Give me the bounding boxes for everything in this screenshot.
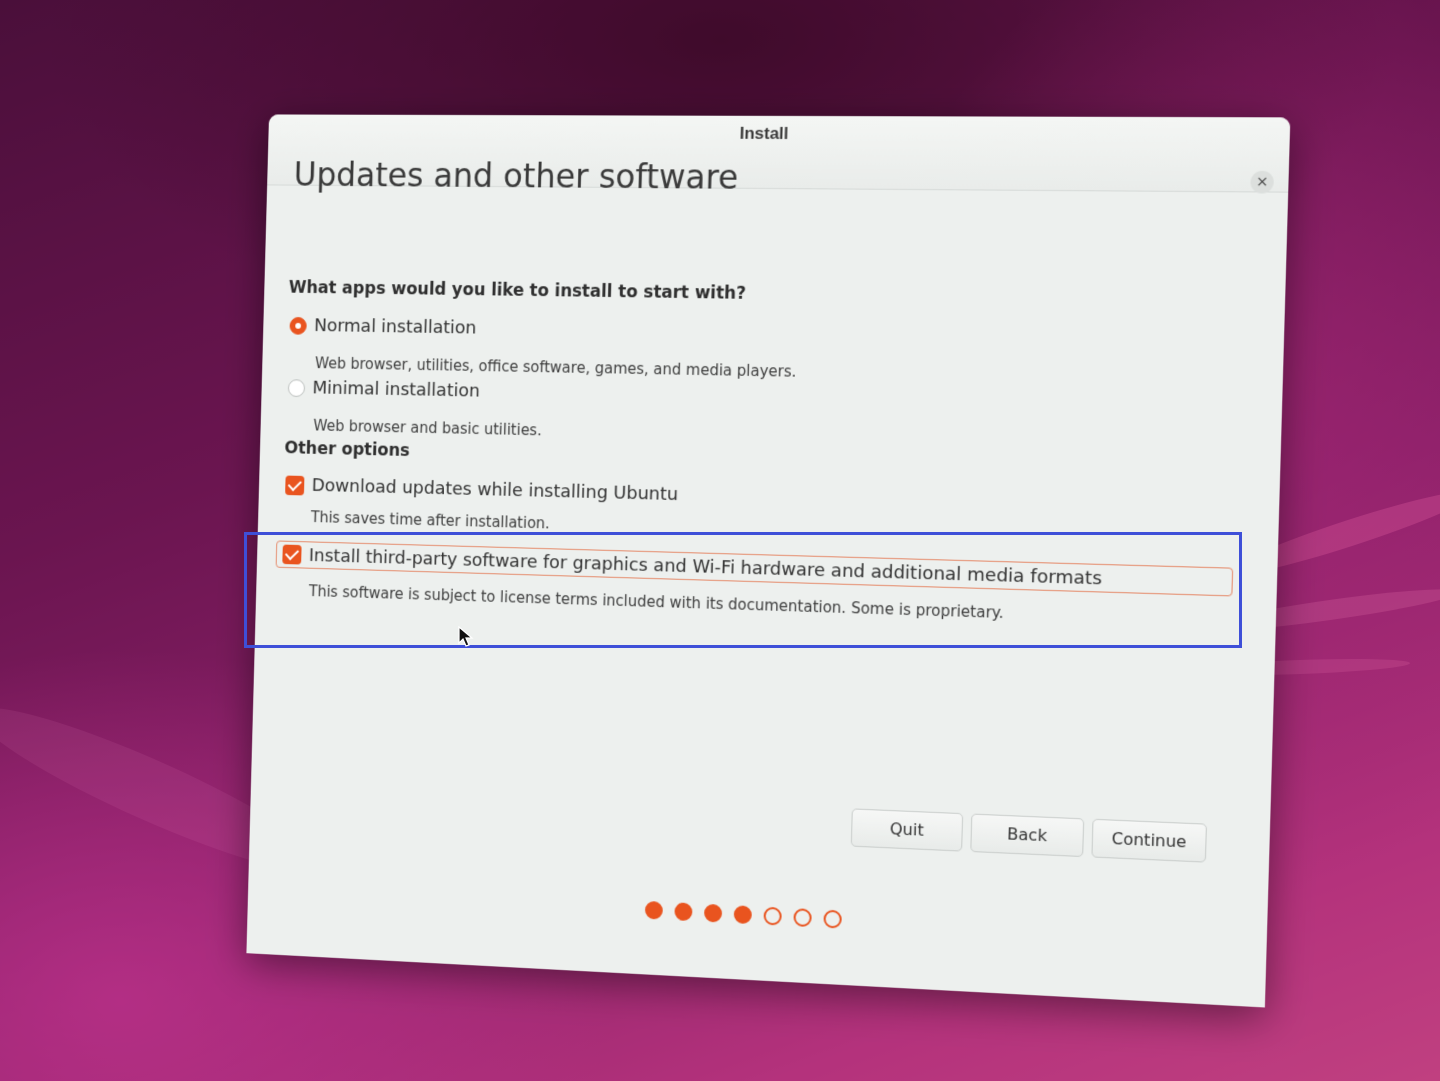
minimal-installation-radio[interactable]: Minimal installation — [287, 377, 481, 402]
radio-selected-icon[interactable] — [289, 316, 307, 335]
option-label: Minimal installation — [312, 377, 481, 402]
progress-dot-completed — [673, 902, 693, 922]
radio-unselected-icon[interactable] — [287, 378, 306, 397]
option-description: Web browser, utilities, office software,… — [314, 354, 797, 381]
option-description: Web browser and basic utilities. — [313, 416, 543, 440]
installer-window: Install Updates and other software × Wha… — [246, 114, 1291, 1008]
content-area: What apps would you like to install to s… — [275, 200, 1260, 622]
option-label: Download updates while installing Ubuntu — [311, 475, 679, 506]
desktop-background: Install Updates and other software × Wha… — [0, 0, 1440, 1081]
checkbox-checked-icon[interactable] — [282, 544, 302, 565]
option-description: This saves time after installation. — [310, 508, 551, 533]
progress-dot-completed — [644, 900, 663, 920]
window-title: Install — [739, 123, 789, 144]
button-row: Quit Back Continue — [850, 808, 1207, 863]
progress-dot-pending — [822, 909, 842, 929]
back-button[interactable]: Back — [970, 813, 1085, 858]
step-progress-indicator — [248, 881, 1267, 949]
option-description: This software is subject to license term… — [308, 582, 1004, 623]
title-bar: Install Updates and other software × — [267, 114, 1291, 197]
close-icon: × — [1255, 173, 1269, 191]
option-label: Normal installation — [313, 315, 477, 339]
continue-button[interactable]: Continue — [1091, 818, 1207, 863]
progress-dot-pending — [792, 908, 812, 928]
close-button[interactable]: × — [1250, 170, 1275, 194]
apps-question-heading: What apps would you like to install to s… — [288, 278, 747, 304]
option-label: Install third-party software for graphic… — [308, 544, 1103, 589]
normal-installation-radio[interactable]: Normal installation — [289, 315, 477, 339]
page-title: Updates and other software — [293, 155, 739, 197]
quit-button[interactable]: Quit — [850, 808, 964, 852]
progress-dot-completed — [703, 903, 722, 923]
other-options-heading: Other options — [284, 438, 411, 461]
progress-dot-completed — [733, 905, 752, 925]
download-updates-checkbox[interactable]: Download updates while installing Ubuntu — [285, 475, 679, 506]
checkbox-checked-icon[interactable] — [285, 475, 305, 495]
progress-dot-pending — [762, 906, 782, 926]
